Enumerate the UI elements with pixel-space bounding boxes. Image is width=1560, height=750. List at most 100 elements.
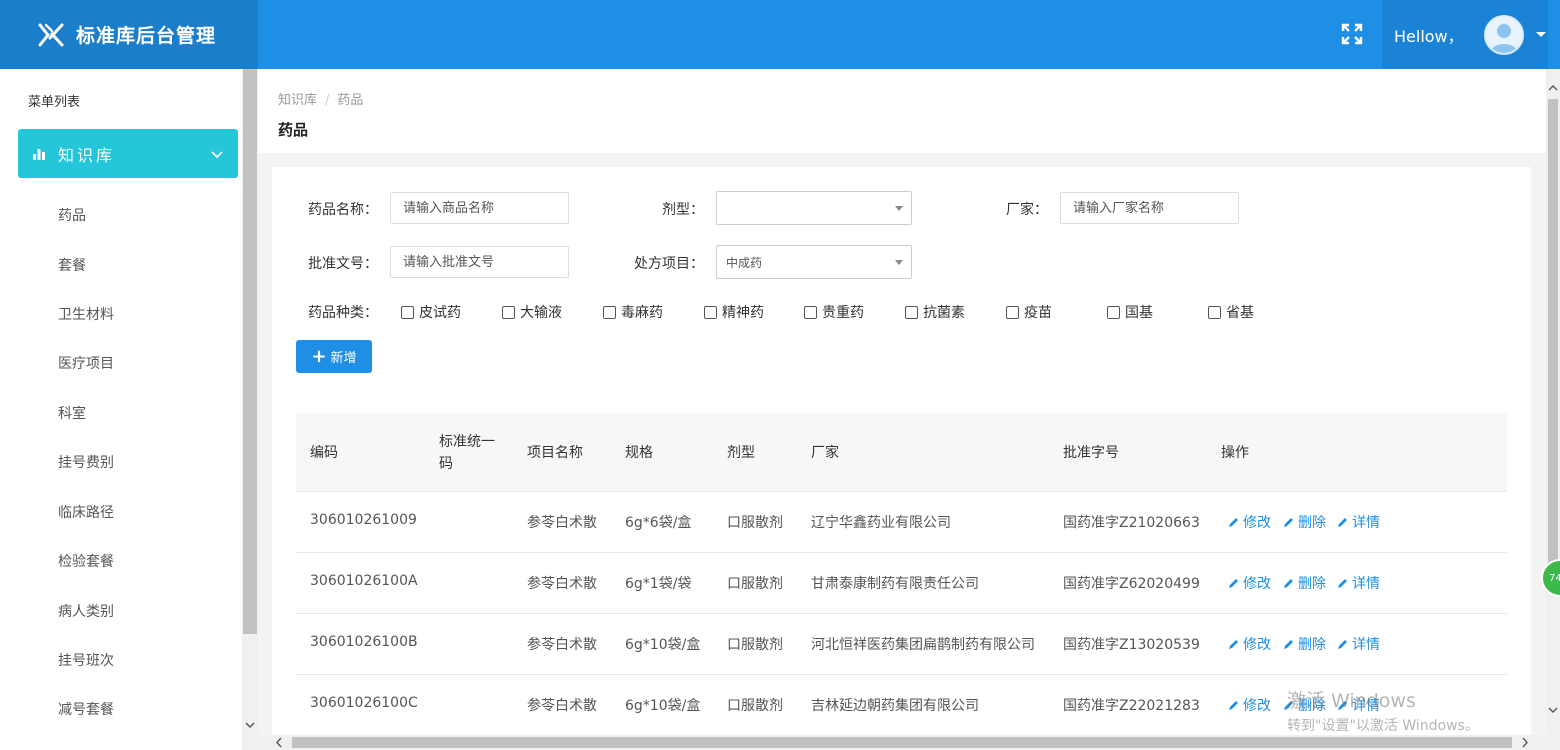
sidebar-item-departments[interactable]: 科室 xyxy=(58,403,86,423)
edit-link[interactable]: 修改 xyxy=(1227,695,1271,715)
floating-badge[interactable]: 74 xyxy=(1541,559,1560,597)
sidebar-scrollbar[interactable] xyxy=(242,69,258,750)
pencil-icon xyxy=(1229,639,1238,649)
category-checkbox-national-basic[interactable]: 国基 xyxy=(1107,302,1153,322)
cell-spec: 6g*1袋/袋 xyxy=(625,576,692,592)
sidebar-item-materials[interactable]: 卫生材料 xyxy=(58,304,114,324)
category-checkbox-vaccine[interactable]: 疫苗 xyxy=(1006,302,1052,322)
nav-group-knowledge-base[interactable]: 知识库 xyxy=(18,129,238,178)
sidebar-item-medical-items[interactable]: 医疗项目 xyxy=(58,353,114,373)
top-header: 标准库后台管理 Hellow， xyxy=(0,0,1560,69)
cell-code: 30601026100A xyxy=(310,573,418,589)
horizontal-scroll-thumb[interactable] xyxy=(292,737,1512,748)
checkbox-box[interactable] xyxy=(401,305,414,319)
delete-link[interactable]: 删除 xyxy=(1282,512,1326,532)
add-button-label: 新增 xyxy=(330,351,357,366)
sidebar-item-reduce-packages[interactable]: 减号套餐 xyxy=(58,699,114,719)
rx-select-value: 中成药 xyxy=(726,255,763,270)
cell-approval: 国药准字Z13020539 xyxy=(1063,637,1200,653)
approval-input[interactable] xyxy=(390,246,569,278)
sidebar-item-lab-packages[interactable]: 检验套餐 xyxy=(58,551,114,571)
checkbox-box[interactable] xyxy=(704,305,717,319)
dosage-select[interactable] xyxy=(716,191,912,225)
dosage-label: 剂型： xyxy=(662,202,704,218)
fullscreen-icon[interactable] xyxy=(1340,22,1364,46)
checkbox-box[interactable] xyxy=(1107,305,1120,319)
cell-spec: 6g*10袋/盒 xyxy=(625,637,701,653)
breadcrumb-root[interactable]: 知识库 xyxy=(278,93,317,108)
user-menu[interactable]: Hellow， xyxy=(1382,0,1548,69)
th-code: 编码 xyxy=(310,445,338,461)
page-horizontal-scrollbar[interactable] xyxy=(258,735,1546,750)
checkbox-box[interactable] xyxy=(1208,305,1221,319)
category-checkbox-provincial-basic[interactable]: 省基 xyxy=(1208,302,1254,322)
checkbox-label: 皮试药 xyxy=(419,305,461,321)
sidebar-item-clinical-paths[interactable]: 临床路径 xyxy=(58,502,114,522)
scroll-left-icon[interactable] xyxy=(274,737,284,748)
sidebar-scroll-thumb[interactable] xyxy=(243,69,257,634)
table-row: 306010261009 参苓白术散 6g*6袋/盒 口服散剂 辽宁华鑫药业有限… xyxy=(296,492,1507,553)
th-dosage: 剂型 xyxy=(727,445,755,461)
category-checkbox-narcotic[interactable]: 毒麻药 xyxy=(603,302,663,322)
scroll-right-icon[interactable] xyxy=(1520,737,1530,748)
edit-label: 修改 xyxy=(1243,698,1271,714)
detail-link[interactable]: 详情 xyxy=(1336,512,1380,532)
checkbox-box[interactable] xyxy=(905,305,918,319)
checkbox-box[interactable] xyxy=(1006,305,1019,319)
detail-link[interactable]: 详情 xyxy=(1336,634,1380,654)
category-checkbox-antibiotic[interactable]: 抗菌素 xyxy=(905,302,965,322)
add-button[interactable]: + 新增 xyxy=(296,340,372,373)
category-checkbox-psychotropic[interactable]: 精神药 xyxy=(704,302,764,322)
cell-dosage: 口服散剂 xyxy=(727,637,783,653)
sidebar-item-reg-shifts[interactable]: 挂号班次 xyxy=(58,650,114,670)
drug-name-label: 药品名称： xyxy=(308,202,378,218)
edit-link[interactable]: 修改 xyxy=(1227,573,1271,593)
th-maker: 厂家 xyxy=(811,445,839,461)
th-std-code: 标准统一码 xyxy=(439,431,495,475)
windows-activation-watermark: 激活 Windows 转到"设置"以激活 Windows。 xyxy=(1287,686,1479,735)
nav-group-label: 知识库 xyxy=(58,145,116,165)
scroll-down-icon[interactable] xyxy=(1548,705,1558,715)
avatar[interactable] xyxy=(1483,14,1524,55)
drug-name-input[interactable] xyxy=(390,192,569,224)
sidebar-item-packages[interactable]: 套餐 xyxy=(58,255,86,275)
brand[interactable]: 标准库后台管理 xyxy=(0,0,258,69)
checkbox-label: 国基 xyxy=(1125,305,1153,321)
select-arrow-icon xyxy=(895,260,903,265)
page-vertical-scrollbar[interactable] xyxy=(1546,69,1560,750)
caret-down-icon xyxy=(1535,32,1546,37)
maker-label: 厂家： xyxy=(1006,202,1048,218)
edit-label: 修改 xyxy=(1243,637,1271,653)
approval-label: 批准文号： xyxy=(308,256,378,272)
cell-maker: 吉林延边朝药集团有限公司 xyxy=(811,698,979,714)
category-checkbox-skin-test[interactable]: 皮试药 xyxy=(401,302,461,322)
category-checkbox-precious[interactable]: 贵重药 xyxy=(804,302,864,322)
sidebar-item-patient-types[interactable]: 病人类别 xyxy=(58,601,114,621)
sidebar-item-drugs[interactable]: 药品 xyxy=(58,205,86,225)
logo-icon xyxy=(38,23,64,46)
th-spec: 规格 xyxy=(625,445,653,461)
detail-link[interactable]: 详情 xyxy=(1336,573,1380,593)
watermark-line1: 激活 Windows xyxy=(1287,690,1416,712)
checkbox-box[interactable] xyxy=(804,305,817,319)
edit-link[interactable]: 修改 xyxy=(1227,634,1271,654)
page-scroll-thumb[interactable] xyxy=(1548,99,1558,569)
checkbox-box[interactable] xyxy=(603,305,616,319)
category-checkbox-infusion[interactable]: 大输液 xyxy=(502,302,562,322)
select-arrow-icon xyxy=(895,206,903,211)
delete-link[interactable]: 删除 xyxy=(1282,573,1326,593)
chevron-down-icon xyxy=(211,150,223,158)
delete-link[interactable]: 删除 xyxy=(1282,634,1326,654)
maker-input[interactable] xyxy=(1060,192,1239,224)
scroll-down-icon[interactable] xyxy=(244,719,256,731)
checkbox-label: 省基 xyxy=(1226,305,1254,321)
pencil-icon xyxy=(1229,578,1238,588)
scroll-up-icon[interactable] xyxy=(1548,83,1558,93)
checkbox-label: 毒麻药 xyxy=(621,305,663,321)
sidebar-item-reg-fees[interactable]: 挂号费别 xyxy=(58,452,114,472)
table-row: 30601026100B 参苓白术散 6g*10袋/盒 口服散剂 河北恒祥医药集… xyxy=(296,614,1507,675)
checkbox-box[interactable] xyxy=(502,305,515,319)
th-name: 项目名称 xyxy=(527,445,583,461)
rx-select[interactable]: 中成药 xyxy=(716,245,912,279)
edit-link[interactable]: 修改 xyxy=(1227,512,1271,532)
